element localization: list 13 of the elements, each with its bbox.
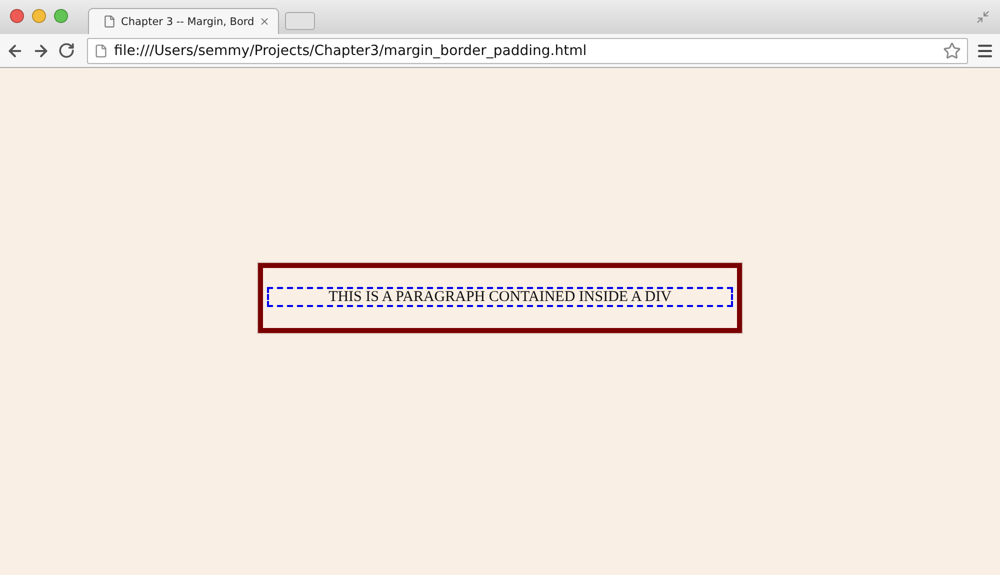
page-icon: [103, 15, 116, 28]
menu-button[interactable]: [976, 42, 994, 60]
minimize-window-button[interactable]: [32, 9, 46, 23]
fullscreen-icon[interactable]: [976, 10, 990, 24]
bookmark-star-icon[interactable]: [943, 42, 961, 60]
reload-button[interactable]: [58, 42, 75, 59]
address-bar[interactable]: file:///Users/semmy/Projects/Chapter3/margin_border_padding.html: [87, 38, 968, 64]
zoom-window-button[interactable]: [54, 9, 68, 23]
browser-tab[interactable]: Chapter 3 -- Margin, Bord: [88, 8, 280, 34]
close-window-button[interactable]: [10, 9, 24, 23]
page-icon: [94, 44, 108, 58]
paragraph: THIS IS A PARAGRAPH CONTAINED INSIDE A DIV: [267, 287, 733, 307]
close-icon[interactable]: [259, 16, 270, 27]
